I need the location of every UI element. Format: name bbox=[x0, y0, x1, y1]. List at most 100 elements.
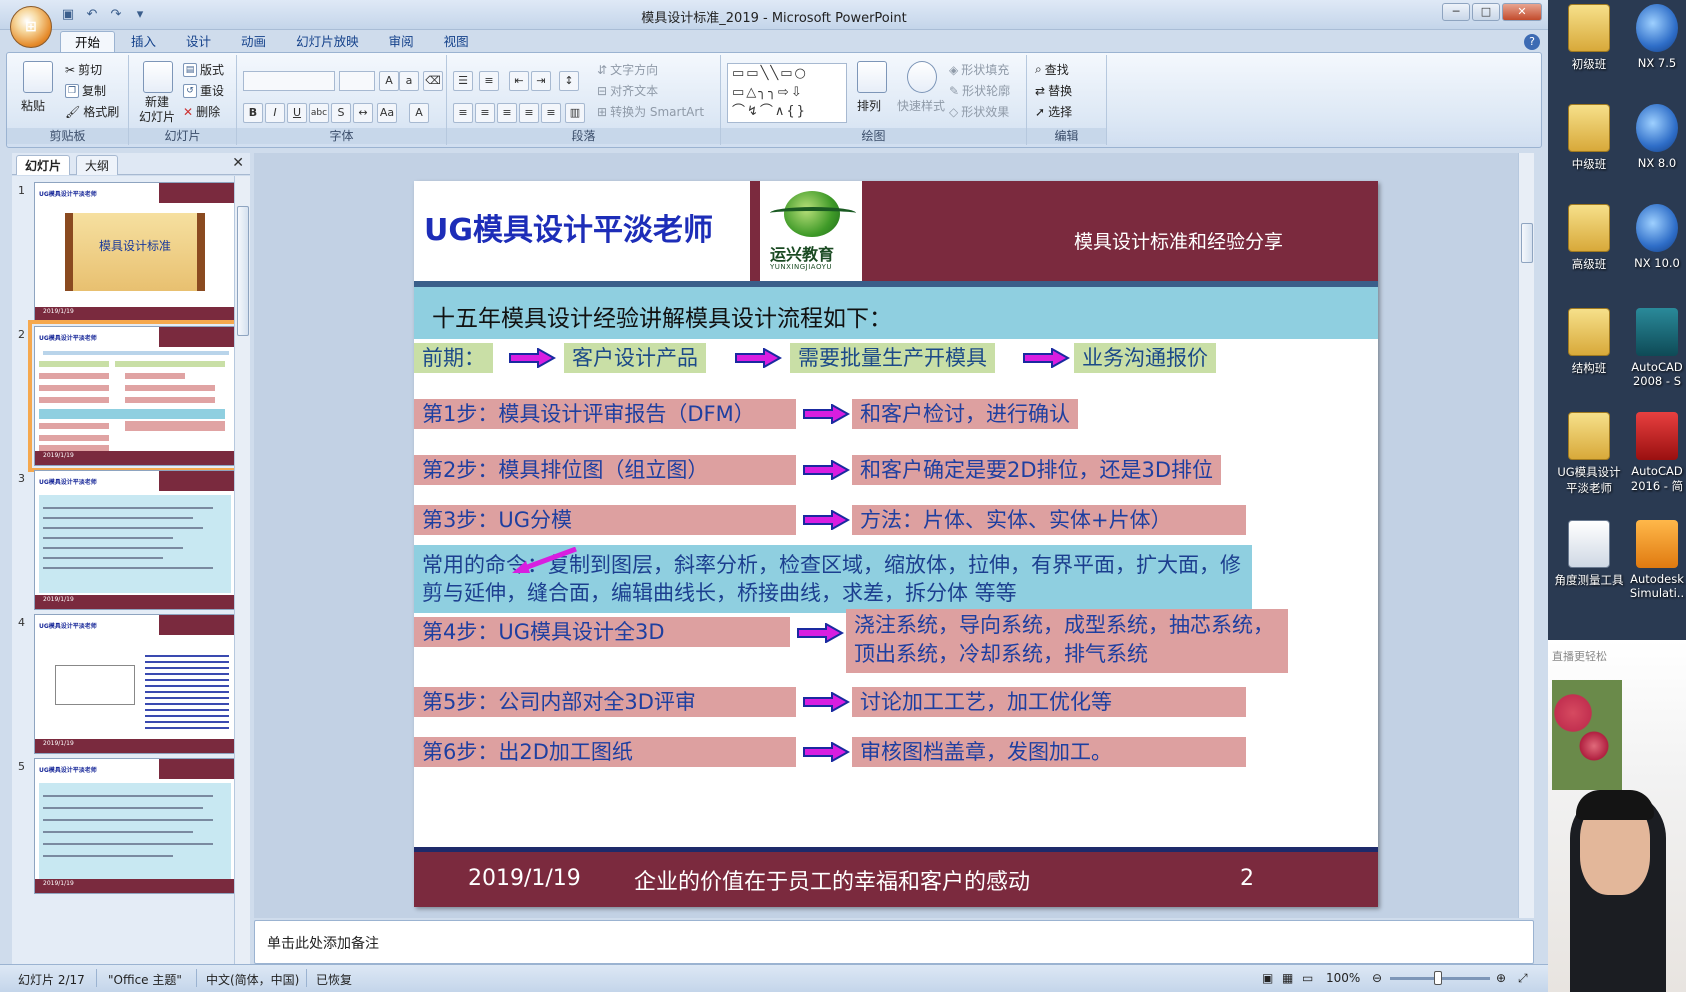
copy-button[interactable]: ❐ 复制 bbox=[65, 82, 106, 99]
tab-insert[interactable]: 插入 bbox=[117, 31, 170, 53]
slide-scrollbar[interactable] bbox=[1518, 153, 1534, 918]
tab-home[interactable]: 开始 bbox=[60, 31, 116, 53]
shapes-gallery[interactable]: ▭▭╲╲▭○ ▭△╮╮⇨⇩ ⌒↯⌒∧{} bbox=[727, 63, 847, 123]
paste-icon[interactable] bbox=[23, 61, 53, 93]
delete-slide-button[interactable]: ✕ 删除 bbox=[183, 103, 220, 120]
row0-quotation: 业务沟通报价 bbox=[1074, 343, 1216, 373]
increase-indent-button[interactable]: ⇥ bbox=[531, 71, 551, 91]
current-slide[interactable]: UG模具设计平淡老师 运兴教育 YUNXINGJIAOYU 模具设计标准和经验分… bbox=[414, 181, 1378, 907]
desktop-icon-autocad2016[interactable]: AutoCAD 2016 - 简 bbox=[1622, 412, 1686, 494]
normal-view-icon[interactable]: ▣ bbox=[1262, 971, 1273, 985]
char-spacing-button[interactable]: ↔ bbox=[353, 103, 373, 123]
font-color-button[interactable]: A bbox=[409, 103, 429, 123]
close-pane-icon[interactable]: ✕ bbox=[232, 155, 244, 171]
desktop-icon-simulation[interactable]: Autodesk Simulati.. bbox=[1622, 520, 1686, 600]
tab-animation[interactable]: 动画 bbox=[227, 31, 280, 53]
find-button[interactable]: ⌕ 查找 bbox=[1035, 61, 1069, 78]
tab-design[interactable]: 设计 bbox=[172, 31, 225, 53]
tab-view[interactable]: 视图 bbox=[430, 31, 483, 53]
desktop-icon-nx80[interactable]: NX 8.0 bbox=[1622, 104, 1686, 170]
thumbnails-scrollbar[interactable] bbox=[234, 176, 250, 964]
text-direction-button[interactable]: ⇵ 文字方向 bbox=[597, 61, 658, 78]
distribute-button[interactable]: ≡ bbox=[541, 103, 561, 123]
quick-styles-icon[interactable] bbox=[907, 61, 937, 93]
desktop-icon-nx100[interactable]: NX 10.0 bbox=[1622, 204, 1686, 270]
slide-thumbnail-3[interactable]: UG模具设计平淡老师 2019/1/19 bbox=[34, 470, 236, 610]
align-text-button[interactable]: ⊟ 对齐文本 bbox=[597, 82, 658, 99]
replace-button[interactable]: ⇄ 替换 bbox=[1035, 82, 1072, 99]
bullets-button[interactable]: ☰ bbox=[453, 71, 473, 91]
slide-sorter-icon[interactable]: ▦ bbox=[1282, 971, 1293, 985]
row0-mass-production: 需要批量生产开模具 bbox=[790, 343, 995, 373]
desktop-icon-nx75[interactable]: NX 7.5 bbox=[1622, 4, 1686, 70]
zoom-slider-knob[interactable] bbox=[1434, 971, 1442, 985]
fit-to-window-icon[interactable]: ⤢ bbox=[1518, 971, 1528, 986]
shape-fill-button[interactable]: ◈ 形状填充 bbox=[949, 61, 1009, 78]
smartart-button[interactable]: ⊞ 转换为 SmartArt bbox=[597, 103, 704, 120]
font-name-combo[interactable] bbox=[243, 71, 335, 91]
layout-button[interactable]: ▤ 版式 bbox=[183, 61, 224, 78]
shrink-font-button[interactable]: a bbox=[399, 71, 419, 91]
zoom-in-icon[interactable]: ⊕ bbox=[1496, 971, 1506, 985]
zoom-out-icon[interactable]: ⊖ bbox=[1372, 971, 1382, 985]
minimize-button[interactable]: ─ bbox=[1442, 3, 1470, 21]
step4-result: 浇注系统，导向系统，成型系统，抽芯系统，顶出系统，冷却系统，排气系统 bbox=[846, 609, 1288, 673]
help-icon[interactable]: ? bbox=[1524, 34, 1540, 50]
cut-button[interactable]: ✂ 剪切 bbox=[65, 61, 102, 78]
bold-button[interactable]: B bbox=[243, 103, 263, 123]
zoom-level[interactable]: 100% bbox=[1326, 971, 1360, 985]
maximize-button[interactable]: □ bbox=[1472, 3, 1500, 21]
slide-thumbnail-5[interactable]: UG模具设计平淡老师 2019/1/19 bbox=[34, 758, 236, 894]
status-language[interactable]: 中文(简体，中国) bbox=[206, 971, 299, 988]
scroll-thumb[interactable] bbox=[1521, 223, 1533, 263]
italic-button[interactable]: I bbox=[265, 103, 285, 123]
close-button[interactable]: ✕ bbox=[1502, 3, 1542, 21]
tab-slideshow[interactable]: 幻灯片放映 bbox=[282, 31, 373, 53]
tab-review[interactable]: 审阅 bbox=[375, 31, 428, 53]
slide-thumbnail-2[interactable]: UG模具设计平淡老师 2019/1/19 bbox=[28, 320, 242, 472]
change-case-button[interactable]: Aa bbox=[377, 103, 397, 123]
columns-button[interactable]: ▥ bbox=[565, 103, 585, 123]
desktop-icon-ug-course[interactable]: UG模具设计平淡老师 bbox=[1554, 412, 1624, 496]
desktop-icon-beginner[interactable]: 初级班 bbox=[1554, 4, 1624, 72]
step1-result: 和客户检讨，进行确认 bbox=[852, 399, 1078, 429]
underline-button[interactable]: U bbox=[287, 103, 307, 123]
slide-thumbnail-4[interactable]: UG模具设计平淡老师 2019/1/19 bbox=[34, 614, 236, 754]
new-slide-icon[interactable] bbox=[143, 61, 173, 93]
line-spacing-button[interactable]: ↕ bbox=[559, 71, 579, 91]
desktop-icon-structure[interactable]: 结构班 bbox=[1554, 308, 1624, 376]
clear-format-button[interactable]: ⌫ bbox=[423, 71, 443, 91]
numbering-button[interactable]: ≡ bbox=[479, 71, 499, 91]
decrease-indent-button[interactable]: ⇤ bbox=[509, 71, 529, 91]
slide-thumbnail-1[interactable]: UG模具设计平淡老师 模具设计标准 2019/1/19 bbox=[34, 182, 236, 322]
reset-button[interactable]: ↺ 重设 bbox=[183, 82, 224, 99]
align-left-button[interactable]: ≡ bbox=[453, 103, 473, 123]
arrange-icon[interactable] bbox=[857, 61, 887, 93]
new-slide-button[interactable]: 新建 幻灯片 bbox=[139, 95, 181, 125]
desktop-icon-intermediate[interactable]: 中级班 bbox=[1554, 104, 1624, 172]
font-size-combo[interactable] bbox=[339, 71, 375, 91]
slideshow-view-icon[interactable]: ▭ bbox=[1302, 971, 1313, 985]
notes-pane[interactable]: 单击此处添加备注 bbox=[254, 920, 1534, 964]
nx-app-icon bbox=[1636, 104, 1678, 152]
desktop-icon-angle-tool[interactable]: 角度测量工具 bbox=[1554, 520, 1624, 588]
office-button[interactable]: ⊞ bbox=[10, 6, 52, 48]
tab-slides-pane[interactable]: 幻灯片 bbox=[16, 155, 71, 175]
strikethrough-button[interactable]: abc bbox=[309, 103, 329, 123]
desktop-icon-advanced[interactable]: 高级班 bbox=[1554, 204, 1624, 272]
align-right-button[interactable]: ≡ bbox=[497, 103, 517, 123]
paste-button[interactable]: 粘贴 bbox=[21, 97, 45, 114]
justify-button[interactable]: ≡ bbox=[519, 103, 539, 123]
grow-font-button[interactable]: A bbox=[379, 71, 399, 91]
select-button[interactable]: ➚ 选择 bbox=[1035, 103, 1072, 120]
align-center-button[interactable]: ≡ bbox=[475, 103, 495, 123]
shape-outline-button[interactable]: ✎ 形状轮廓 bbox=[949, 82, 1010, 99]
desktop-icon-autocad2008[interactable]: AutoCAD 2008 - S bbox=[1622, 308, 1686, 388]
quick-styles-button[interactable]: 快速样式 bbox=[897, 97, 945, 114]
tab-outline-pane[interactable]: 大纲 bbox=[76, 155, 119, 175]
arrange-button[interactable]: 排列 bbox=[857, 97, 881, 114]
format-painter-button[interactable]: 🖌 格式刷 bbox=[65, 103, 119, 120]
shadow-button[interactable]: S bbox=[331, 103, 351, 123]
shape-effects-button[interactable]: ◇ 形状效果 bbox=[949, 103, 1009, 120]
scroll-thumb[interactable] bbox=[237, 206, 249, 336]
